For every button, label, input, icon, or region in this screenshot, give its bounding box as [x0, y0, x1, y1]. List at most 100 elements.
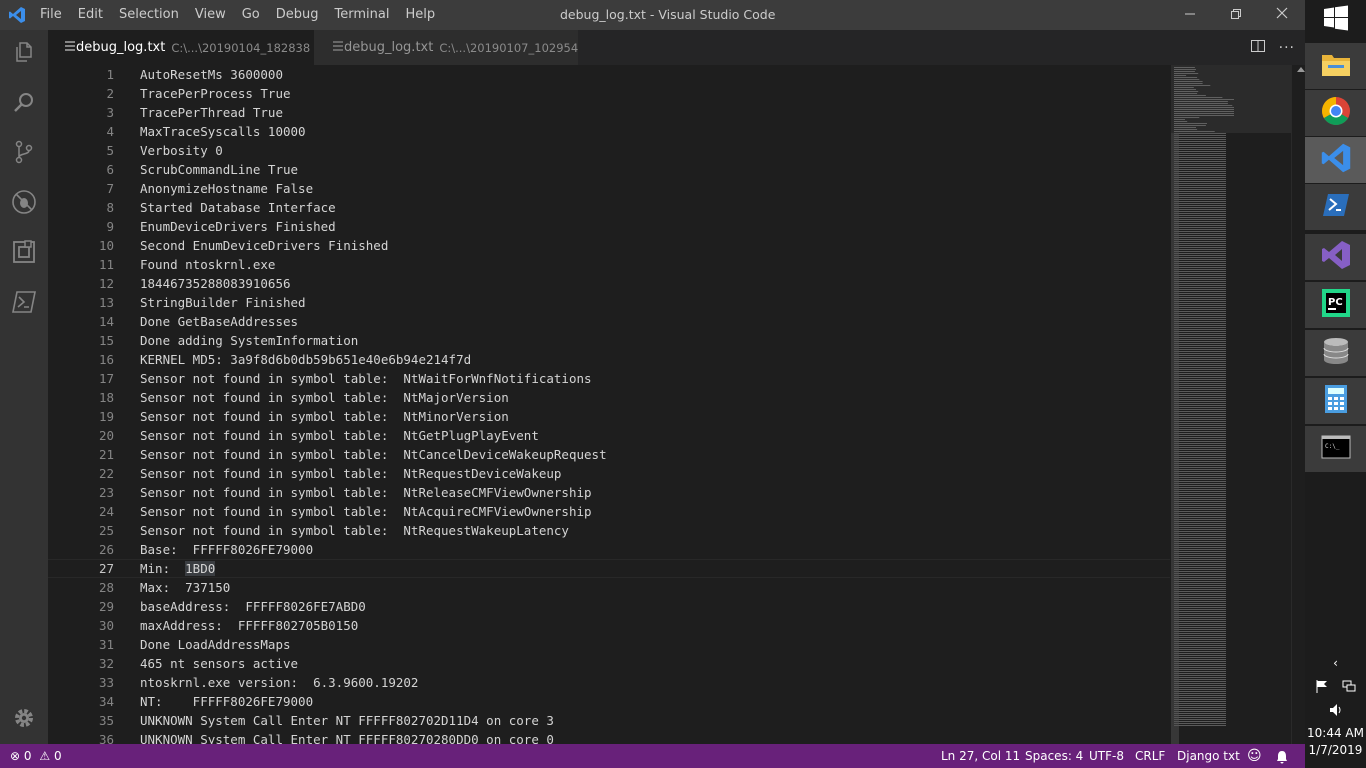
editor-line[interactable]: 34 NT: FFFFF8026FE79000: [48, 692, 1170, 711]
taskbar-pycharm[interactable]: PC: [1305, 282, 1366, 328]
menu-help[interactable]: Help: [397, 0, 443, 30]
language-mode[interactable]: Django txt: [1177, 744, 1240, 768]
tab-debug-log-1[interactable]: debug_log.txt C:\...\20190104_182838: [48, 30, 334, 65]
taskbar-command-prompt[interactable]: C:\_: [1305, 426, 1366, 472]
minimap-line: [1174, 685, 1226, 686]
editor-line[interactable]: 22 Sensor not found in symbol table: NtRe…: [48, 464, 1170, 483]
editor-line[interactable]: 36 UNKNOWN System Call Enter NT FFFFF8027…: [48, 730, 1170, 744]
menu-file[interactable]: File: [32, 0, 70, 30]
minimap-line: [1174, 585, 1226, 586]
editor-line[interactable]: 23 Sensor not found in symbol table: NtRe…: [48, 483, 1170, 502]
editor-line[interactable]: 31 Done LoadAddressMaps: [48, 635, 1170, 654]
minimap-line: [1174, 421, 1226, 422]
clock-date[interactable]: 1/7/2019: [1305, 743, 1366, 757]
editor-line[interactable]: 7 AnonymizeHostname False: [48, 179, 1170, 198]
editor-line[interactable]: 15 Done adding SystemInformation: [48, 331, 1170, 350]
taskbar-database[interactable]: [1305, 330, 1366, 376]
start-button[interactable]: [1305, 0, 1366, 40]
editor-line[interactable]: 33 ntoskrnl.exe version: 6.3.9600.19202: [48, 673, 1170, 692]
minimap-line: [1174, 229, 1226, 230]
activity-debug[interactable]: [0, 180, 48, 228]
editor-line[interactable]: 35 UNKNOWN System Call Enter NT FFFFF8027…: [48, 711, 1170, 730]
cursor-position[interactable]: Ln 27, Col 11: [941, 744, 1020, 768]
editor-line[interactable]: 4 MaxTraceSyscalls 10000: [48, 122, 1170, 141]
menu-debug[interactable]: Debug: [268, 0, 327, 30]
line-number: 32: [98, 656, 114, 671]
problems-indicator[interactable]: ⊗ 0 ⚠ 0: [10, 744, 62, 768]
menu-terminal[interactable]: Terminal: [327, 0, 398, 30]
split-editor-icon[interactable]: [1250, 39, 1265, 56]
bell-icon: [1276, 749, 1288, 763]
editor-line[interactable]: 28 Max: 737150: [48, 578, 1170, 597]
editor-line[interactable]: 5 Verbosity 0: [48, 141, 1170, 160]
editor[interactable]: 1 AutoResetMs 3600000 2 TracePerProcess Tru…: [48, 65, 1305, 744]
editor-line[interactable]: 10 Second EnumDeviceDrivers Finished: [48, 236, 1170, 255]
editor-line[interactable]: 14 Done GetBaseAddresses: [48, 312, 1170, 331]
editor-line[interactable]: 9 EnumDeviceDrivers Finished: [48, 217, 1170, 236]
editor-line[interactable]: 1 AutoResetMs 3600000: [48, 65, 1170, 84]
editor-line[interactable]: 3 TracePerThread True: [48, 103, 1170, 122]
activity-extensions[interactable]: [0, 230, 48, 278]
editor-line[interactable]: 20 Sensor not found in symbol table: NtGe…: [48, 426, 1170, 445]
activity-source-control[interactable]: [0, 130, 48, 178]
minimap-line: [1174, 413, 1226, 414]
activity-explorer[interactable]: [0, 30, 48, 78]
minimap-line: [1174, 713, 1226, 714]
close-button[interactable]: [1259, 0, 1305, 30]
activity-settings[interactable]: [0, 696, 48, 744]
minimap[interactable]: [1171, 65, 1291, 744]
editor-line[interactable]: 11 Found ntoskrnl.exe: [48, 255, 1170, 274]
editor-line[interactable]: 26 Base: FFFFF8026FE79000: [48, 540, 1170, 559]
minimap-line: [1174, 325, 1226, 326]
taskbar-powershell[interactable]: [1305, 184, 1366, 230]
editor-line[interactable]: 8 Started Database Interface: [48, 198, 1170, 217]
editor-line[interactable]: 29 baseAddress: FFFFF8026FE7ABD0: [48, 597, 1170, 616]
editor-line[interactable]: 6 ScrubCommandLine True: [48, 160, 1170, 179]
minimap-line: [1174, 603, 1226, 604]
editor-line[interactable]: 21 Sensor not found in symbol table: NtCa…: [48, 445, 1170, 464]
restore-button[interactable]: [1213, 0, 1259, 30]
encoding[interactable]: UTF-8: [1089, 744, 1124, 768]
notifications-button[interactable]: [1276, 744, 1288, 768]
minimap-line: [1174, 129, 1198, 130]
editor-line[interactable]: 12 18446735288083910656: [48, 274, 1170, 293]
end-of-line[interactable]: CRLF: [1135, 744, 1165, 768]
flag-icon[interactable]: [1316, 680, 1328, 696]
indentation[interactable]: Spaces: 4: [1025, 744, 1083, 768]
menu-go[interactable]: Go: [234, 0, 268, 30]
vertical-scrollbar[interactable]: [1291, 65, 1305, 744]
scroll-up-icon[interactable]: [1297, 67, 1305, 72]
editor-line[interactable]: 17 Sensor not found in symbol table: NtWa…: [48, 369, 1170, 388]
editor-line[interactable]: 13 StringBuilder Finished: [48, 293, 1170, 312]
minimize-button[interactable]: [1167, 0, 1213, 30]
tray-overflow-chevron[interactable]: ‹: [1305, 656, 1366, 670]
volume-button[interactable]: [1305, 703, 1366, 720]
editor-line[interactable]: 25 Sensor not found in symbol table: NtRe…: [48, 521, 1170, 540]
editor-line[interactable]: 32 465 nt sensors active: [48, 654, 1170, 673]
editor-line[interactable]: 24 Sensor not found in symbol table: NtAc…: [48, 502, 1170, 521]
menu-selection[interactable]: Selection: [111, 0, 187, 30]
editor-line[interactable]: 27 Min: 1BD0: [48, 559, 1170, 578]
taskbar-chrome[interactable]: [1305, 90, 1366, 136]
editor-line[interactable]: 18 Sensor not found in symbol table: NtMa…: [48, 388, 1170, 407]
tab-debug-log-2[interactable]: debug_log.txt C:\...\20190107_102954: [314, 30, 578, 65]
editor-line[interactable]: 30 maxAddress: FFFFF802705B0150: [48, 616, 1170, 635]
activity-powershell[interactable]: [0, 280, 48, 328]
warning-icon: ⚠: [39, 749, 51, 763]
activity-search[interactable]: [0, 80, 48, 128]
menu-edit[interactable]: Edit: [70, 0, 111, 30]
taskbar-visual-studio[interactable]: [1305, 234, 1366, 280]
taskbar-file-explorer[interactable]: [1305, 43, 1366, 89]
clock-time[interactable]: 10:44 AM: [1305, 726, 1366, 740]
more-actions-icon[interactable]: ···: [1279, 40, 1295, 56]
minimap-line: [1174, 633, 1226, 634]
network-icon[interactable]: [1342, 680, 1356, 696]
taskbar-vscode[interactable]: [1305, 137, 1366, 183]
editor-line[interactable]: 16 KERNEL MD5: 3a9f8d6b0db59b651e40e6b94e…: [48, 350, 1170, 369]
feedback-button[interactable]: ☺: [1247, 744, 1262, 768]
menu-view[interactable]: View: [187, 0, 234, 30]
taskbar-calculator[interactable]: [1305, 378, 1366, 424]
editor-line[interactable]: 2 TracePerProcess True: [48, 84, 1170, 103]
editor-line[interactable]: 19 Sensor not found in symbol table: NtMi…: [48, 407, 1170, 426]
window-title: debug_log.txt - Visual Studio Code: [560, 7, 776, 22]
